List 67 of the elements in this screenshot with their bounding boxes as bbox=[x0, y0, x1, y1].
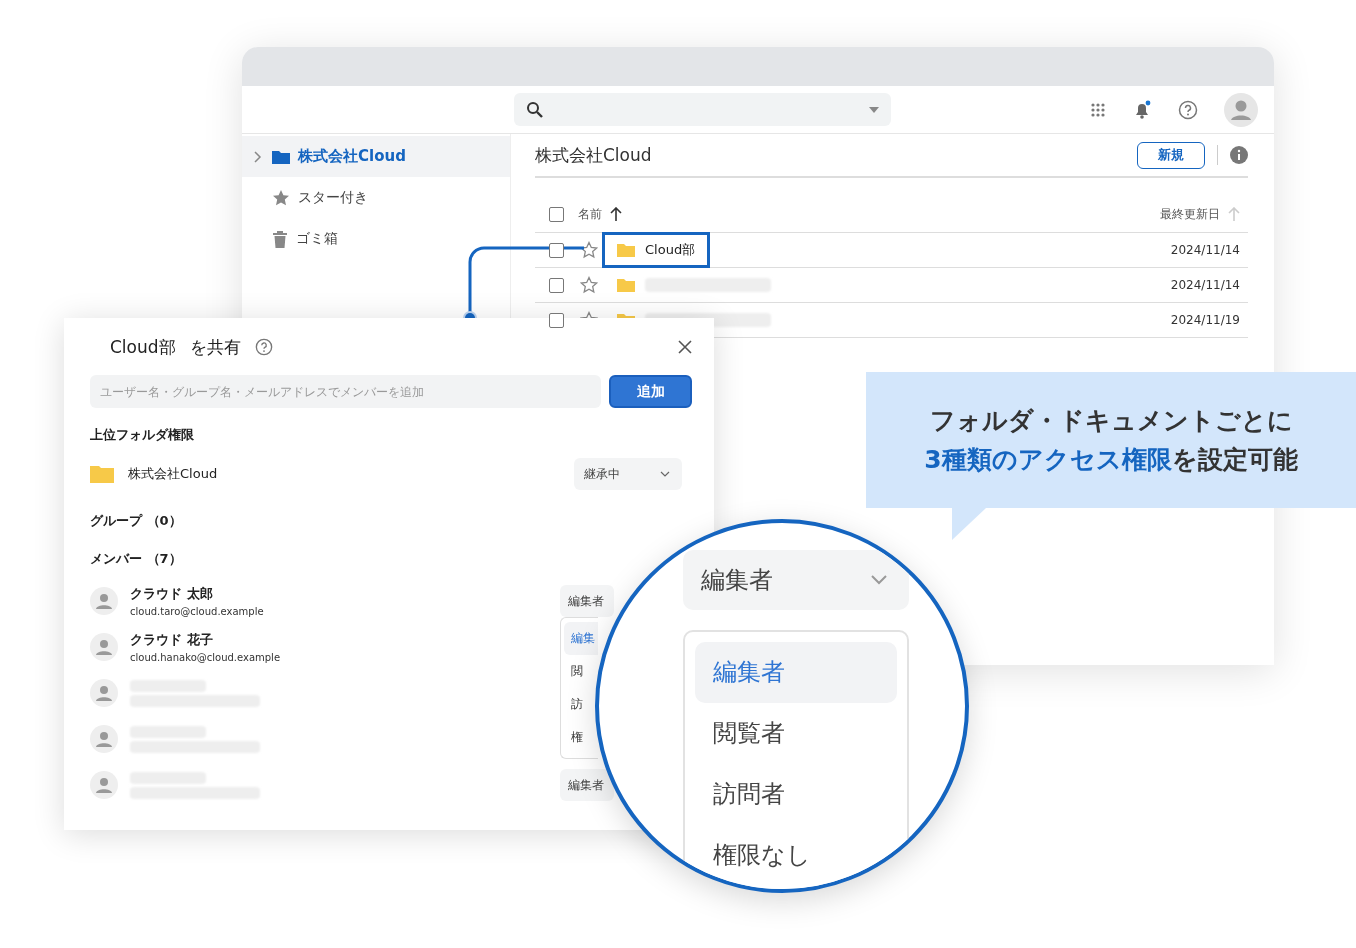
avatar-icon bbox=[90, 771, 118, 799]
member-email: cloud.hanako@cloud.example bbox=[130, 652, 281, 663]
section-heading: グループ （0） bbox=[90, 512, 183, 530]
star-icon bbox=[272, 188, 290, 207]
column-header[interactable]: 名前 bbox=[578, 205, 602, 223]
role-select[interactable]: 編集者 bbox=[683, 550, 909, 610]
table-cell: 2024/11/19 bbox=[1170, 313, 1240, 327]
chevron-down-icon bbox=[660, 471, 670, 477]
role-select[interactable]: 編集者 bbox=[560, 769, 614, 801]
role-option[interactable]: 閲覧者 bbox=[695, 703, 897, 764]
column-header[interactable]: 最終更新日 bbox=[1160, 205, 1220, 223]
callout-text: フォルダ・ドキュメントごとに bbox=[929, 405, 1293, 437]
caret-icon bbox=[869, 106, 879, 113]
folder-icon bbox=[617, 243, 635, 257]
sidebar-item[interactable]: ゴミ箱 bbox=[242, 218, 510, 259]
checkbox[interactable] bbox=[549, 242, 564, 258]
folder-icon bbox=[90, 465, 114, 483]
avatar-icon bbox=[90, 679, 118, 707]
search-icon bbox=[526, 100, 544, 119]
close-icon[interactable] bbox=[678, 340, 692, 354]
role-option[interactable]: 権限なし bbox=[695, 825, 897, 886]
checkbox[interactable] bbox=[549, 206, 564, 222]
table-cell: 2024/11/14 bbox=[1170, 278, 1240, 292]
folder-icon bbox=[617, 278, 635, 292]
role-select[interactable]: 編集者 bbox=[560, 585, 614, 617]
member-name: クラウド 花子 bbox=[130, 631, 214, 649]
chevron-down-icon bbox=[871, 575, 887, 585]
sidebar-item[interactable]: 株式会社Cloud bbox=[242, 136, 510, 177]
section-heading: メンバー （7） bbox=[90, 550, 183, 568]
new-button[interactable]: 新規 bbox=[1137, 141, 1205, 169]
checkbox[interactable] bbox=[549, 277, 564, 293]
role-option[interactable]: 訪問者 bbox=[695, 764, 897, 825]
search-field[interactable] bbox=[514, 93, 891, 126]
help-icon[interactable] bbox=[1178, 99, 1198, 120]
role-option[interactable]: 編集者 bbox=[695, 642, 897, 703]
dialog-title: Cloud部 bbox=[110, 335, 176, 359]
folder-name: 株式会社Cloud bbox=[128, 465, 218, 483]
role-option[interactable]: 訪 bbox=[564, 688, 598, 721]
add-button[interactable]: 追加 bbox=[609, 375, 692, 408]
permission-select[interactable]: 継承中 bbox=[574, 458, 682, 490]
folder-title: 株式会社Cloud bbox=[535, 143, 653, 167]
trash-icon bbox=[272, 229, 288, 248]
checkbox[interactable] bbox=[549, 312, 564, 328]
member-email: cloud.taro@cloud.example bbox=[130, 606, 264, 617]
chevron-icon bbox=[254, 150, 262, 163]
avatar-icon bbox=[90, 587, 118, 615]
star-outline-icon[interactable] bbox=[580, 276, 598, 294]
folder-icon bbox=[272, 149, 290, 164]
role-option[interactable]: 閲 bbox=[564, 655, 598, 688]
section-heading: 上位フォルダ権限 bbox=[90, 426, 195, 444]
star-outline-icon[interactable] bbox=[580, 241, 598, 259]
info-icon[interactable] bbox=[1230, 146, 1248, 164]
role-option[interactable]: 編集 bbox=[564, 622, 598, 655]
file-name[interactable]: Cloud部 bbox=[645, 241, 696, 259]
member-search-field[interactable]: ユーザー名・グループ名・メールアドレスでメンバーを追加 bbox=[90, 375, 601, 408]
sort-up-icon[interactable] bbox=[610, 207, 622, 221]
help-icon[interactable] bbox=[254, 338, 273, 356]
table-cell: 2024/11/14 bbox=[1170, 243, 1240, 257]
member-name: クラウド 太郎 bbox=[130, 585, 214, 603]
callout-text: 3種類のアクセス権限を設定可能 bbox=[924, 444, 1298, 476]
dialog-title: を共有 bbox=[189, 335, 241, 359]
avatar-icon bbox=[90, 633, 118, 661]
avatar-icon bbox=[90, 725, 118, 753]
role-option[interactable]: 権 bbox=[564, 721, 598, 754]
apps-grid-icon[interactable] bbox=[1090, 101, 1106, 118]
avatar-icon[interactable] bbox=[1224, 92, 1258, 127]
sidebar-item[interactable]: スター付き bbox=[242, 177, 510, 218]
